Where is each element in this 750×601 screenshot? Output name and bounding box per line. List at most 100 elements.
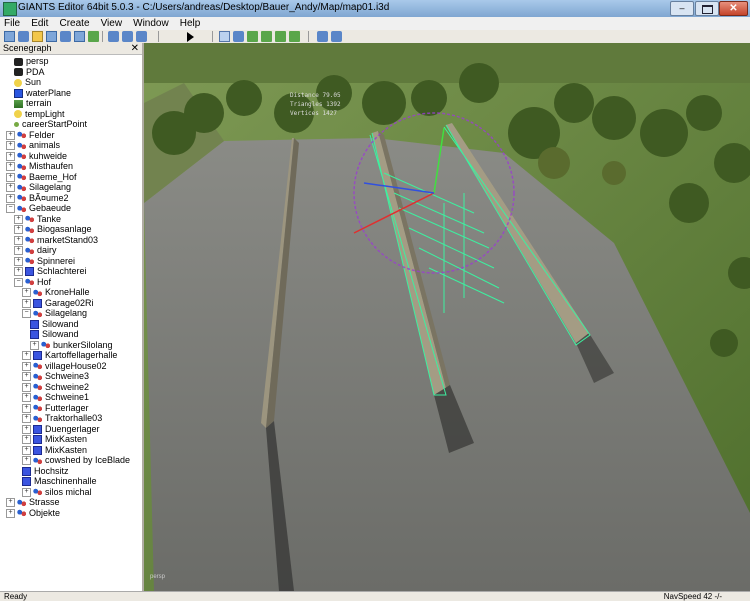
expand-toggle-icon[interactable]: + — [14, 267, 23, 277]
refresh-icon[interactable] — [122, 31, 133, 42]
import-icon[interactable] — [18, 31, 29, 42]
scenegraph-item[interactable]: Silowand — [30, 329, 79, 340]
expand-toggle-icon[interactable]: + — [6, 498, 15, 508]
expand-toggle-icon[interactable]: + — [6, 183, 15, 193]
expand-toggle-icon[interactable]: − — [14, 277, 23, 287]
move-tool-icon[interactable] — [233, 31, 244, 42]
scenegraph-item[interactable]: + Objekte — [6, 508, 60, 518]
menu-create[interactable]: Create — [55, 17, 93, 30]
expand-toggle-icon[interactable]: + — [22, 456, 31, 466]
scenegraph-item[interactable]: + Futterlager — [22, 403, 89, 413]
scenegraph-item[interactable]: + Biogasanlage — [14, 224, 92, 235]
scenegraph-item[interactable]: + Baeme_Hof — [6, 172, 77, 182]
redo-icon[interactable] — [136, 31, 147, 42]
expand-toggle-icon[interactable]: + — [22, 487, 31, 497]
expand-toggle-icon[interactable]: − — [6, 204, 15, 214]
save-icon[interactable] — [46, 31, 57, 42]
scenegraph-item[interactable]: Maschinenhalle — [22, 476, 97, 487]
scenegraph-item[interactable]: Sun — [14, 77, 41, 87]
expand-toggle-icon[interactable]: + — [22, 403, 31, 413]
scenegraph-item[interactable]: waterPlane — [14, 88, 71, 98]
expand-toggle-icon[interactable]: + — [22, 424, 31, 434]
scenegraph-item[interactable]: + MixKasten — [22, 434, 87, 445]
expand-toggle-icon[interactable]: + — [22, 351, 31, 361]
expand-toggle-icon[interactable]: + — [22, 445, 31, 455]
scenegraph-item[interactable]: + Tanke — [14, 214, 61, 224]
menu-help[interactable]: Help — [176, 17, 205, 30]
scenegraph-item[interactable]: + Traktorhalle03 — [22, 413, 102, 424]
expand-toggle-icon[interactable]: + — [22, 435, 31, 445]
expand-toggle-icon[interactable]: + — [6, 508, 15, 518]
scenegraph-item[interactable]: + Schweine3 — [22, 371, 89, 382]
scenegraph-item[interactable]: + Spinnerei — [14, 256, 75, 266]
scenegraph-item[interactable]: + marketStand03 — [14, 235, 98, 245]
expand-toggle-icon[interactable]: + — [22, 361, 31, 371]
expand-toggle-icon[interactable]: + — [14, 225, 23, 235]
expand-toggle-icon[interactable]: + — [14, 256, 23, 266]
expand-toggle-icon[interactable]: + — [22, 393, 31, 403]
settings-icon[interactable] — [317, 31, 328, 42]
export-icon[interactable] — [60, 31, 71, 42]
scenegraph-item[interactable]: careerStartPoint — [14, 119, 87, 129]
scenegraph-item[interactable]: + Silagelang — [6, 182, 71, 193]
expand-toggle-icon[interactable]: + — [6, 193, 15, 203]
expand-toggle-icon[interactable]: + — [6, 172, 15, 182]
scenegraph-item[interactable]: − Hof — [14, 277, 51, 287]
scenegraph-item[interactable]: Silowand — [30, 319, 79, 329]
scenegraph-item[interactable]: + dairy — [14, 245, 57, 256]
scenegraph-item[interactable]: + villageHouse02 — [22, 361, 107, 371]
expand-toggle-icon[interactable]: − — [22, 309, 31, 319]
expand-toggle-icon[interactable]: + — [14, 235, 23, 245]
expand-toggle-icon[interactable]: + — [22, 298, 31, 308]
scenegraph-item[interactable]: + cowshed by IceBlade — [22, 455, 130, 466]
scenegraph-item[interactable]: + Strasse — [6, 497, 60, 508]
foliage-paint-icon[interactable] — [275, 31, 286, 42]
scenegraph-item[interactable]: + Schlachterei — [14, 266, 87, 277]
scenegraph-item[interactable]: persp — [14, 56, 49, 66]
grass-paint-icon[interactable] — [289, 31, 300, 42]
minimize-button[interactable]: – — [670, 1, 694, 16]
save-all-icon[interactable] — [74, 31, 85, 42]
expand-toggle-icon[interactable]: + — [22, 372, 31, 382]
menu-edit[interactable]: Edit — [27, 17, 52, 30]
print-icon[interactable] — [88, 31, 99, 42]
expand-toggle-icon[interactable]: + — [22, 382, 31, 392]
expand-toggle-icon[interactable]: + — [6, 130, 15, 140]
select-tool-icon[interactable] — [219, 31, 230, 42]
scenegraph-item[interactable]: + bunkerSilolang — [30, 340, 113, 350]
scenegraph-item[interactable]: tempLight — [14, 109, 65, 119]
maximize-button[interactable] — [695, 1, 719, 16]
scenegraph-close-button[interactable]: ✕ — [131, 43, 139, 54]
scenegraph-item[interactable]: Hochsitz — [22, 466, 69, 476]
scenegraph-item[interactable]: + Misthaufen — [6, 161, 73, 172]
scenegraph-item[interactable]: + KroneHalle — [22, 287, 90, 298]
scenegraph-item[interactable]: + silos michal — [22, 487, 92, 497]
undo-icon[interactable] — [108, 31, 119, 42]
expand-toggle-icon[interactable]: + — [30, 340, 39, 350]
options-icon[interactable] — [331, 31, 342, 42]
close-window-button[interactable]: ✕ — [719, 1, 748, 16]
terrain-sculpt-icon[interactable] — [247, 31, 258, 42]
expand-toggle-icon[interactable]: + — [6, 151, 15, 161]
scenegraph-item[interactable]: + Felder — [6, 130, 55, 140]
scenegraph-item[interactable]: + Garage02Ri — [22, 298, 94, 308]
scenegraph-item[interactable]: + BÃ¤ume2 — [6, 193, 69, 203]
scenegraph-item[interactable]: + Kartoffellagerhalle — [22, 350, 117, 361]
expand-toggle-icon[interactable]: + — [6, 141, 15, 151]
scenegraph-item[interactable]: + Schweine2 — [22, 382, 89, 392]
scenegraph-item[interactable]: PDA — [14, 67, 45, 77]
terrain-paint-icon[interactable] — [261, 31, 272, 42]
scenegraph-item[interactable]: − Silagelang — [22, 308, 87, 319]
scenegraph-item[interactable]: + MixKasten — [22, 445, 87, 455]
scenegraph-item[interactable]: terrain — [14, 98, 52, 108]
expand-toggle-icon[interactable]: + — [6, 162, 15, 172]
expand-toggle-icon[interactable]: + — [22, 288, 31, 298]
3d-viewport[interactable]: Distance 79.05 Triangles 1392 Vertices 1… — [144, 43, 750, 591]
scenegraph-item[interactable]: + Schweine1 — [22, 392, 89, 403]
menu-file[interactable]: File — [0, 17, 24, 30]
new-file-icon[interactable] — [4, 31, 15, 42]
scenegraph-item[interactable]: + animals — [6, 140, 60, 151]
expand-toggle-icon[interactable]: + — [14, 214, 23, 224]
play-icon[interactable] — [187, 32, 194, 42]
menu-view[interactable]: View — [97, 17, 127, 30]
